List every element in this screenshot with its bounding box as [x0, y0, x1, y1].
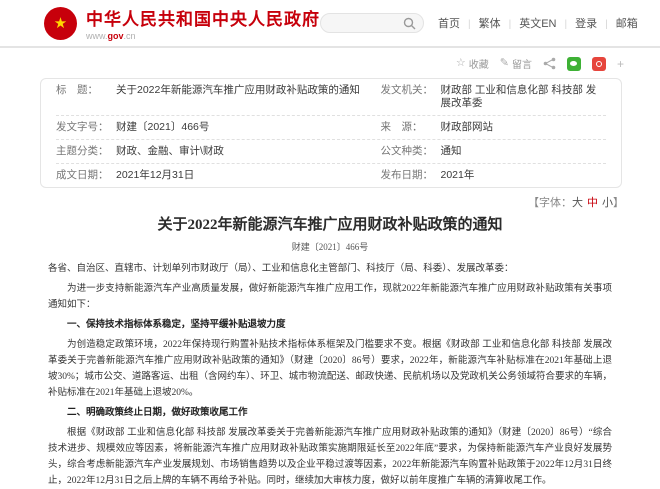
- document-body: 关于2022年新能源汽车推广应用财政补贴政策的通知 财建〔2021〕466号 各…: [48, 216, 612, 489]
- meta-value-doc-type: 通知: [441, 145, 462, 158]
- meta-label-doc-number: 发文字号：: [56, 121, 116, 134]
- document-number: 财建〔2021〕466号: [48, 240, 612, 253]
- favorite-button[interactable]: ☆ 收藏: [456, 56, 489, 71]
- national-emblem-icon[interactable]: ★: [44, 7, 77, 40]
- nav-home[interactable]: 首页: [438, 15, 479, 31]
- search-box[interactable]: [320, 13, 424, 33]
- font-bar-prefix: 【字体：: [528, 197, 572, 209]
- meta-label-publish-date: 发布日期：: [381, 169, 441, 182]
- font-bar-suffix: 】: [613, 197, 624, 209]
- search-icon[interactable]: [403, 17, 416, 30]
- paragraph-section-1: 为创造稳定政策环境，2022年保持现行购置补贴技术指标体系框架及门槛要求不变。根…: [48, 337, 612, 401]
- meta-label-written-date: 成文日期：: [56, 169, 116, 182]
- nav-mail[interactable]: 邮箱: [616, 15, 638, 31]
- meta-row-dates: 成文日期：2021年12月31日 发布日期：2021年: [56, 163, 606, 187]
- site-url-prefix: www.: [86, 31, 108, 41]
- nav-traditional[interactable]: 繁体: [479, 15, 520, 31]
- site-url-gov: gov: [108, 31, 124, 41]
- document-title: 关于2022年新能源汽车推广应用财政补贴政策的通知: [48, 216, 612, 235]
- meta-value-doc-number: 财建〔2021〕466号: [116, 121, 209, 134]
- meta-value-source: 财政部网站: [441, 121, 494, 134]
- meta-row-title-agency: 标 题：关于2022年新能源汽车推广应用财政补贴政策的通知 发文机关：财政部 工…: [56, 79, 606, 115]
- site-url: www.gov.cn: [86, 31, 320, 41]
- meta-value-title: 关于2022年新能源汽车推广应用财政补贴政策的通知: [116, 84, 360, 110]
- site-header: ★ 中华人民共和国中央人民政府 www.gov.cn 首页 繁体 英文EN 登录…: [0, 0, 660, 48]
- meta-label-doc-type: 公文种类：: [381, 145, 441, 158]
- meta-label-agency: 发文机关：: [381, 84, 441, 110]
- wechat-icon[interactable]: [567, 57, 581, 71]
- font-size-large-button[interactable]: 大: [572, 197, 583, 209]
- font-size-small-button[interactable]: 小: [602, 197, 613, 209]
- site-identity[interactable]: 中华人民共和国中央人民政府 www.gov.cn: [86, 5, 320, 41]
- paragraph-section-2: 根据《财政部 工业和信息化部 科技部 发展改革委关于完善新能源汽车推广应用财政补…: [48, 425, 612, 489]
- emblem-star-icon: ★: [54, 16, 67, 31]
- paragraph-salutation: 各省、自治区、直辖市、计划单列市财政厅（局）、工业和信息化主管部门、科技厅（局、…: [48, 261, 612, 277]
- site-url-suffix: .cn: [124, 31, 136, 41]
- top-navigation: 首页 繁体 英文EN 登录 邮箱: [438, 15, 638, 31]
- section-heading-2: 二、明确政策终止日期，做好政策收尾工作: [48, 405, 612, 421]
- site-title: 中华人民共和国中央人民政府: [86, 5, 320, 30]
- meta-row-number-source: 发文字号：财建〔2021〕466号 来 源：财政部网站: [56, 115, 606, 139]
- meta-row-category-type: 主题分类：财政、金融、审计\财政 公文种类：通知: [56, 139, 606, 163]
- weibo-icon[interactable]: [592, 57, 606, 71]
- favorite-label: 收藏: [469, 56, 489, 71]
- favorite-star-icon: ☆: [456, 58, 466, 69]
- section-heading-1: 一、保持技术指标体系稳定，坚持平缓补贴退坡力度: [48, 317, 612, 333]
- comment-button[interactable]: ✎ 留言: [500, 56, 532, 71]
- font-size-bar: 【字体：大中小】: [0, 188, 660, 210]
- nav-english[interactable]: 英文EN: [519, 15, 575, 31]
- comment-pencil-icon: ✎: [500, 58, 509, 69]
- meta-value-category: 财政、金融、审计\财政: [116, 145, 224, 158]
- font-size-medium-button[interactable]: 中: [587, 197, 598, 209]
- share-icon[interactable]: [543, 57, 556, 70]
- document-meta-card: 标 题：关于2022年新能源汽车推广应用财政补贴政策的通知 发文机关：财政部 工…: [40, 78, 622, 188]
- meta-label-title: 标 题：: [56, 84, 116, 110]
- paragraph-intro: 为进一步支持新能源汽车产业高质量发展，做好新能源汽车推广应用工作，现就2022年…: [48, 281, 612, 313]
- share-bar: ☆ 收藏 ✎ 留言 +: [0, 48, 660, 77]
- comment-label: 留言: [512, 56, 532, 71]
- meta-value-agency: 财政部 工业和信息化部 科技部 发展改革委: [441, 84, 607, 110]
- share-more-button[interactable]: +: [617, 57, 624, 71]
- nav-login[interactable]: 登录: [575, 15, 616, 31]
- meta-label-category: 主题分类：: [56, 145, 116, 158]
- meta-value-written-date: 2021年12月31日: [116, 169, 194, 182]
- meta-label-source: 来 源：: [381, 121, 441, 134]
- meta-value-publish-date: 2021年: [441, 169, 475, 182]
